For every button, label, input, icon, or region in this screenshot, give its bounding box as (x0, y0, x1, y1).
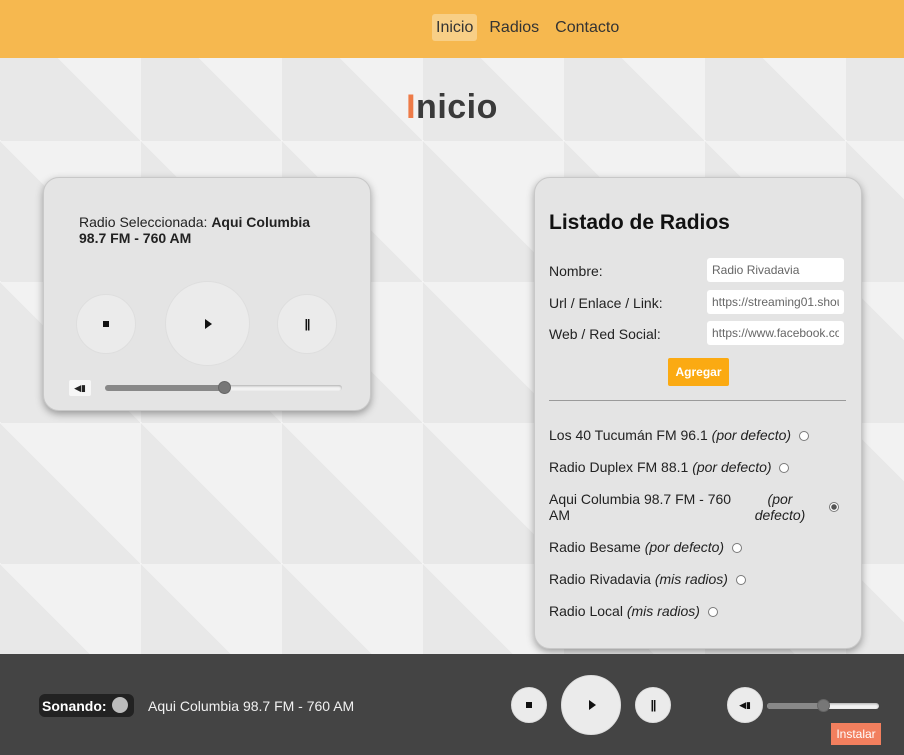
station-name: Los 40 Tucumán FM 96.1 (549, 427, 708, 443)
volume-slider[interactable] (105, 381, 342, 394)
volume-slider-thumb[interactable] (217, 381, 231, 394)
selected-radio-label: Radio Seleccionada: (79, 214, 208, 230)
station-radio[interactable] (798, 431, 809, 441)
volume-slider-fill (105, 385, 224, 391)
play-button[interactable] (165, 281, 250, 366)
radio-list-title: Listado de Radios (549, 211, 730, 234)
station-name: Radio Local (549, 603, 623, 619)
page-title-rest: nicio (416, 88, 498, 126)
sonando-label: Sonando: (42, 697, 107, 714)
volume-icon[interactable]: ◀▮ (69, 380, 91, 396)
nav-item-contacto[interactable]: Contacto (551, 14, 623, 41)
selected-radio: Radio Seleccionada: Aqui Columbia 98.7 F… (79, 214, 339, 246)
url-label: Url / Enlace / Link: (549, 295, 663, 311)
station-radio[interactable] (779, 463, 790, 473)
add-radio-button[interactable]: Agregar (668, 358, 729, 386)
pause-icon: || (650, 698, 657, 712)
station-tag: (por defecto) (644, 539, 725, 555)
footer-volume-thumb[interactable] (817, 699, 830, 712)
top-navbar: Inicio Radios Contacto (0, 0, 904, 58)
station-radio[interactable] (707, 607, 718, 617)
play-icon (205, 318, 212, 329)
station-item-4[interactable]: Radio Rivadavia (mis radios) (549, 571, 746, 587)
station-item-5[interactable]: Radio Local (mis radios) (549, 603, 718, 619)
now-playing-text: Aqui Columbia 98.7 FM - 760 AM (148, 698, 355, 714)
web-field[interactable] (707, 321, 844, 345)
pause-icon: || (304, 317, 311, 331)
station-radio[interactable] (731, 543, 742, 553)
station-item-1[interactable]: Radio Duplex FM 88.1 (por defecto) (549, 459, 790, 475)
name-label: Nombre: (549, 263, 603, 279)
toggle-knob[interactable] (112, 697, 128, 713)
main-nav: Inicio Radios Contacto (432, 14, 623, 41)
sonando-toggle[interactable]: Sonando: (39, 694, 134, 717)
station-name: Radio Duplex FM 88.1 (549, 459, 689, 475)
station-tag: (por defecto) (711, 427, 792, 443)
station-radio[interactable] (829, 502, 839, 512)
install-button[interactable]: Instalar (831, 723, 881, 745)
footer-volume-slider[interactable] (767, 699, 879, 712)
stop-button[interactable] (76, 294, 136, 354)
stop-icon (103, 321, 109, 327)
stop-icon (526, 702, 532, 708)
name-field[interactable] (707, 258, 844, 282)
footer-volume-fill (767, 703, 823, 709)
station-tag: (por defecto) (692, 459, 772, 475)
footer-play-button[interactable] (561, 675, 621, 735)
station-item-3[interactable]: Radio Besame (por defecto) (549, 539, 742, 555)
radio-list-card: Listado de Radios Nombre: Url / Enlace /… (534, 177, 862, 649)
bottom-player-bar: Sonando: Aqui Columbia 98.7 FM - 760 AM … (0, 654, 904, 755)
station-item-2[interactable]: Aqui Columbia 98.7 FM - 760 AM (por defe… (549, 491, 846, 525)
pause-button[interactable]: || (277, 294, 337, 354)
station-name: Radio Rivadavia (549, 571, 651, 587)
station-name: Aqui Columbia 98.7 FM - 760 AM (549, 491, 732, 523)
station-tag: (mis radios) (654, 571, 728, 587)
footer-stop-button[interactable] (511, 687, 547, 723)
divider (549, 400, 846, 401)
play-icon (588, 700, 596, 710)
nav-item-radios[interactable]: Radios (485, 14, 543, 41)
footer-pause-button[interactable]: || (635, 687, 671, 723)
web-label: Web / Red Social: (549, 326, 661, 342)
station-item-0[interactable]: Los 40 Tucumán FM 96.1 (por defecto) (549, 427, 809, 443)
nav-item-inicio[interactable]: Inicio (432, 14, 478, 41)
station-radio[interactable] (735, 575, 746, 585)
footer-volume-icon[interactable]: ◀▮ (727, 687, 763, 723)
station-name: Radio Besame (549, 539, 641, 555)
url-field[interactable] (707, 290, 844, 314)
page-title-initial: I (406, 88, 417, 126)
page-title: Inicio (0, 88, 904, 127)
player-card: Radio Seleccionada: Aqui Columbia 98.7 F… (43, 177, 371, 411)
station-tag: (mis radios) (626, 603, 700, 619)
station-tag: (por defecto) (754, 491, 806, 523)
